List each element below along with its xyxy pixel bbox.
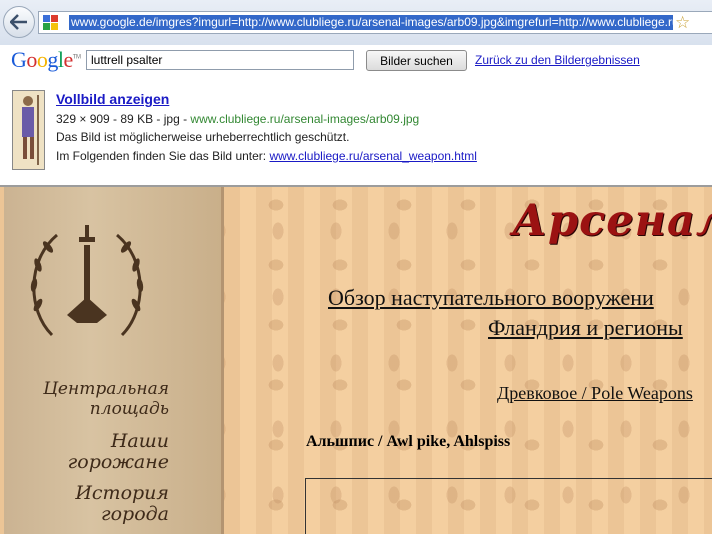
item-title: Альшпис / Awl pike, Ahlspiss: [306, 433, 511, 450]
nav-label-line2: горожане: [67, 451, 169, 473]
logo-letter-g2: g: [47, 47, 58, 72]
image-dimensions: 329 × 909 - 89 KB - jpg -: [56, 112, 191, 126]
found-at-line: Im Folgenden finden Sie das Bild unter: …: [56, 149, 477, 163]
copyright-notice: Das Bild ist möglicherweise urheberrecht…: [56, 130, 350, 144]
framed-website: Центральная площадь Наши горожане История г…: [0, 187, 712, 534]
nav-label-line2: города: [100, 503, 169, 525]
wreath-emblem-icon: [30, 225, 144, 337]
nav-label-line1: Наши: [110, 430, 169, 452]
back-arrow-icon: [10, 14, 27, 30]
url-text[interactable]: www.google.de/imgres?imgurl=http://www.c…: [69, 15, 673, 30]
logo-letter-g: G: [11, 47, 27, 72]
browser-toolbar: www.google.de/imgres?imgurl=http://www.c…: [0, 0, 712, 46]
image-meta: 329 × 909 - 89 KB - jpg - www.clubliege.…: [56, 112, 419, 126]
search-input[interactable]: [86, 50, 354, 70]
page-heading-line1: Обзор наступательного вооружени: [328, 285, 654, 310]
page-heading-line2: Фландрия и регионы: [488, 315, 683, 340]
nav-central-square[interactable]: Центральная площадь: [43, 379, 169, 419]
full-image-link[interactable]: Vollbild anzeigen: [56, 91, 169, 107]
nav-city-history[interactable]: История города: [75, 483, 169, 525]
site-sidebar: Центральная площадь Наши горожане История г…: [4, 187, 224, 534]
section-heading: Древковое / Pole Weapons: [497, 383, 693, 403]
source-page-link[interactable]: www.clubliege.ru/arsenal_weapon.html: [269, 149, 476, 163]
logo-letter-o1: o: [26, 47, 37, 72]
image-frame: [305, 478, 712, 534]
star-icon[interactable]: ☆: [675, 13, 690, 32]
nav-label-line1: Центральная: [43, 379, 169, 399]
address-bar[interactable]: www.google.de/imgres?imgurl=http://www.c…: [38, 11, 712, 34]
logo-letter-o2: o: [36, 47, 48, 72]
nav-label-line2: площадь: [89, 399, 169, 419]
image-url: www.clubliege.ru/arsenal-images/arb09.jp…: [190, 112, 420, 126]
logo-letter-e: e: [63, 47, 74, 72]
google-logo[interactable]: GoogleTM: [11, 47, 81, 73]
site-logo[interactable]: Арсенал: [512, 196, 712, 246]
nav-label-line1: История: [75, 482, 169, 504]
back-button[interactable]: [3, 6, 35, 38]
found-prefix: Im Folgenden finden Sie das Bild unter:: [56, 149, 270, 163]
back-to-results-link[interactable]: Zurück zu den Bildergebnissen: [475, 53, 640, 67]
image-thumbnail[interactable]: [12, 90, 45, 170]
logo-tm: TM: [72, 54, 81, 61]
google-image-header: GoogleTM Bilder suchen Zurück zu den Bil…: [0, 45, 712, 187]
thumbnail-figure: [22, 95, 39, 165]
nav-our-citizens[interactable]: Наши горожане: [68, 431, 169, 473]
search-images-button[interactable]: Bilder suchen: [366, 50, 467, 71]
google-favicon-icon: [43, 15, 58, 30]
